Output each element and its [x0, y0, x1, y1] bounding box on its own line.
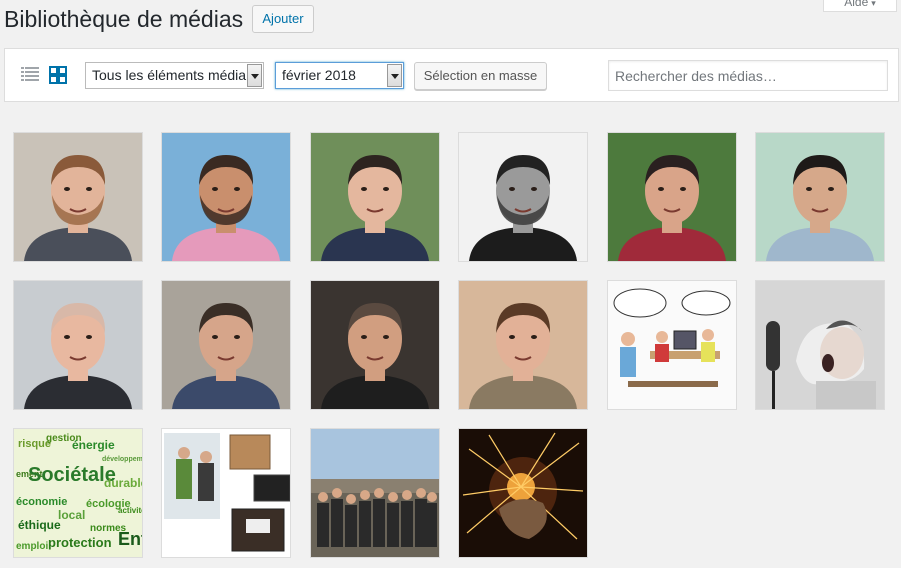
- svg-text:énergie: énergie: [72, 438, 115, 452]
- media-thumbnail[interactable]: [13, 132, 143, 262]
- media-thumbnail[interactable]: [607, 280, 737, 410]
- thumbnail-image: [459, 281, 587, 409]
- media-thumbnail[interactable]: [458, 280, 588, 410]
- thumbnail-image: [756, 281, 884, 409]
- page-title: Bibliothèque de médias: [4, 6, 244, 32]
- thumbnail-image: [14, 281, 142, 409]
- thumbnail-image: [311, 429, 439, 557]
- bulk-select-button[interactable]: Sélection en masse: [414, 62, 547, 90]
- svg-text:durable: durable: [104, 476, 142, 490]
- media-thumbnail[interactable]: [755, 280, 885, 410]
- grid-view-icon[interactable]: [49, 66, 67, 84]
- media-thumbnail[interactable]: [161, 428, 291, 558]
- date-filter[interactable]: février 2018: [275, 62, 404, 89]
- thumbnail-image: [311, 281, 439, 409]
- media-thumbnail[interactable]: [13, 280, 143, 410]
- svg-text:local: local: [58, 508, 85, 522]
- media-type-filter[interactable]: Tous les éléments média: [85, 62, 264, 89]
- thumbnail-image: [459, 133, 587, 261]
- help-tab[interactable]: Aide ▾: [823, 0, 897, 12]
- svg-text:protection: protection: [48, 535, 112, 550]
- search-input[interactable]: [608, 60, 888, 91]
- thumbnail-image: [459, 429, 587, 557]
- chevron-down-icon[interactable]: [247, 64, 262, 87]
- media-thumbnail[interactable]: [458, 428, 588, 558]
- media-thumbnail[interactable]: [310, 428, 440, 558]
- thumbnail-image: [14, 133, 142, 261]
- list-view-icon[interactable]: [21, 66, 39, 84]
- media-thumbnail[interactable]: [310, 132, 440, 262]
- thumbnail-image: [608, 281, 736, 409]
- thumbnail-image: [608, 133, 736, 261]
- media-thumbnail[interactable]: [458, 132, 588, 262]
- svg-text:activités: activités: [118, 506, 142, 515]
- media-thumbnail[interactable]: [310, 280, 440, 410]
- thumbnail-image: [162, 429, 290, 557]
- svg-text:Entr: Entr: [118, 529, 142, 549]
- svg-text:emploi: emploi: [16, 541, 48, 552]
- media-type-filter-value: Tous les éléments média: [92, 67, 247, 83]
- add-new-button[interactable]: Ajouter: [252, 5, 314, 33]
- thumbnail-image: [756, 133, 884, 261]
- media-thumbnail[interactable]: [161, 132, 291, 262]
- svg-text:Sociétale: Sociétale: [28, 464, 116, 486]
- thumbnail-image: risque gestion énergie développement eme…: [14, 429, 142, 557]
- media-thumbnail[interactable]: risque gestion énergie développement eme…: [13, 428, 143, 558]
- help-tab-label: Aide: [844, 0, 869, 9]
- chevron-down-icon: ▾: [871, 0, 876, 8]
- svg-text:développement: développement: [102, 456, 142, 463]
- thumbnail-image: [162, 281, 290, 409]
- date-filter-value: février 2018: [282, 67, 356, 83]
- media-thumbnail[interactable]: [607, 132, 737, 262]
- media-toolbar: Tous les éléments média février 2018 Sél…: [4, 48, 899, 102]
- media-thumbnail[interactable]: [161, 280, 291, 410]
- svg-text:économie: économie: [16, 496, 67, 508]
- svg-text:éthique: éthique: [18, 518, 61, 532]
- chevron-down-icon[interactable]: [387, 64, 402, 87]
- thumbnail-image: [311, 133, 439, 261]
- media-thumbnail[interactable]: [755, 132, 885, 262]
- thumbnail-image: [162, 133, 290, 261]
